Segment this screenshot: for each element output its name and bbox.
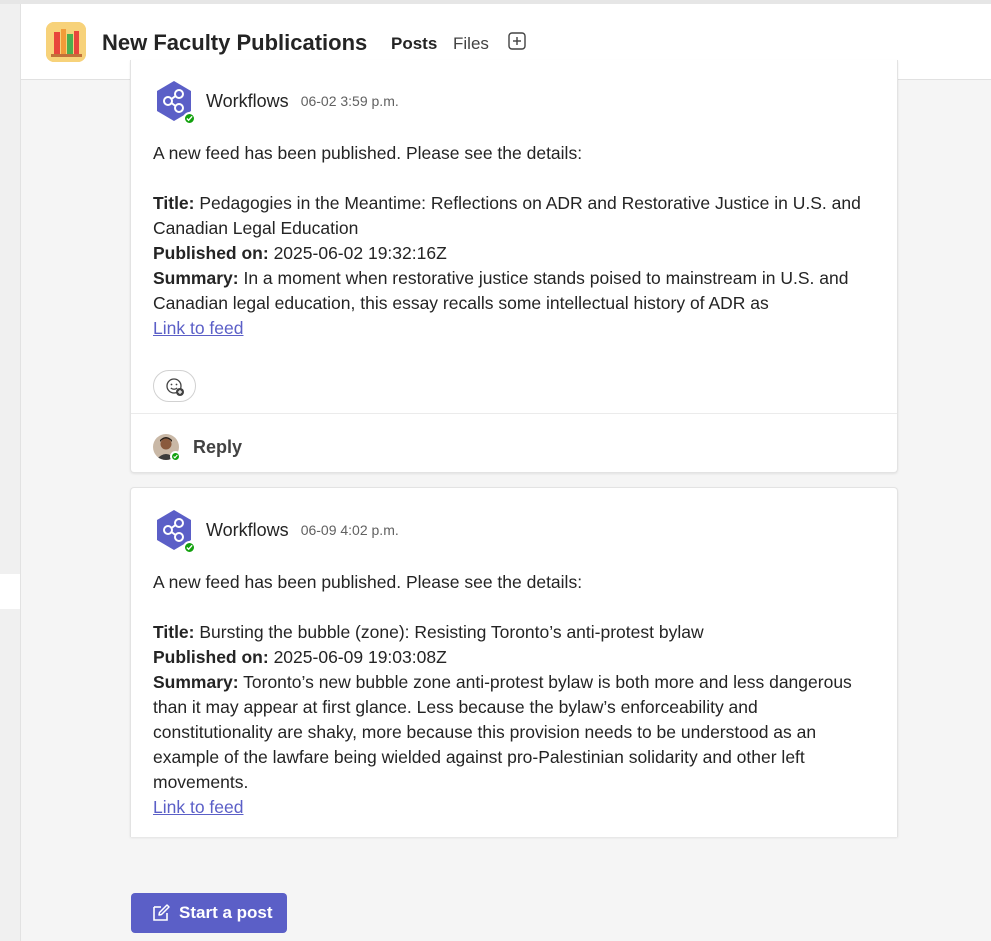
reply-button[interactable]: Reply xyxy=(153,434,243,462)
summary-label: Summary: xyxy=(153,672,239,692)
post-intro: A new feed has been published. Please se… xyxy=(153,572,583,592)
published-label: Published on: xyxy=(153,243,269,263)
post-author-row: Workflows 06-02 3:59 p.m. xyxy=(153,80,399,125)
post-summary: In a moment when restorative justice sta… xyxy=(153,268,849,313)
books-icon xyxy=(46,22,86,62)
title-label: Title: xyxy=(153,622,195,642)
add-reaction-button[interactable] xyxy=(153,370,196,402)
post-published-date: 2025-06-02 19:32:16Z xyxy=(273,243,447,263)
left-rail xyxy=(0,4,21,941)
title-label: Title: xyxy=(153,193,195,213)
presence-available-icon xyxy=(183,112,196,125)
post-title: Pedagogies in the Meantime: Reflections … xyxy=(153,193,861,238)
post-author-name[interactable]: Workflows xyxy=(206,520,289,541)
team-title: New Faculty Publications xyxy=(102,30,368,55)
reply-label: Reply xyxy=(193,436,243,457)
post-message-body: A new feed has been published. Please se… xyxy=(153,570,873,820)
post-published-date: 2025-06-09 19:03:08Z xyxy=(273,647,447,667)
start-post-label: Start a post xyxy=(179,903,273,922)
add-reaction-icon xyxy=(166,378,184,396)
avatar xyxy=(153,434,181,462)
post-author-row: Workflows 06-09 4:02 p.m. xyxy=(153,509,399,554)
post-message-body: A new feed has been published. Please se… xyxy=(153,141,873,341)
post-card: Workflows 06-02 3:59 p.m. A new feed has… xyxy=(130,60,898,473)
post-author-name[interactable]: Workflows xyxy=(206,91,289,112)
tab-files[interactable]: Files xyxy=(453,34,489,54)
start-post-button[interactable]: Start a post xyxy=(131,893,287,933)
post-timestamp: 06-09 4:02 p.m. xyxy=(300,522,399,538)
link-to-feed[interactable]: Link to feed xyxy=(153,797,243,817)
presence-available-icon xyxy=(183,541,196,554)
post-summary: Toronto’s new bubble zone anti-protest b… xyxy=(153,672,852,792)
rail-selection-notch xyxy=(0,574,20,609)
tab-posts[interactable]: Posts xyxy=(391,34,437,54)
link-to-feed[interactable]: Link to feed xyxy=(153,318,243,338)
add-tab-icon[interactable] xyxy=(508,32,526,50)
post-timestamp: 06-02 3:59 p.m. xyxy=(300,93,399,109)
post-card: Workflows 06-09 4:02 p.m. A new feed has… xyxy=(130,487,898,837)
compose-icon xyxy=(153,904,170,921)
card-divider xyxy=(131,413,897,414)
summary-label: Summary: xyxy=(153,268,239,288)
workflows-avatar[interactable] xyxy=(153,509,196,554)
workflows-avatar[interactable] xyxy=(153,80,196,125)
post-intro: A new feed has been published. Please se… xyxy=(153,143,583,163)
published-label: Published on: xyxy=(153,647,269,667)
post-title: Bursting the bubble (zone): Resisting To… xyxy=(199,622,704,642)
presence-available-icon xyxy=(170,451,181,462)
